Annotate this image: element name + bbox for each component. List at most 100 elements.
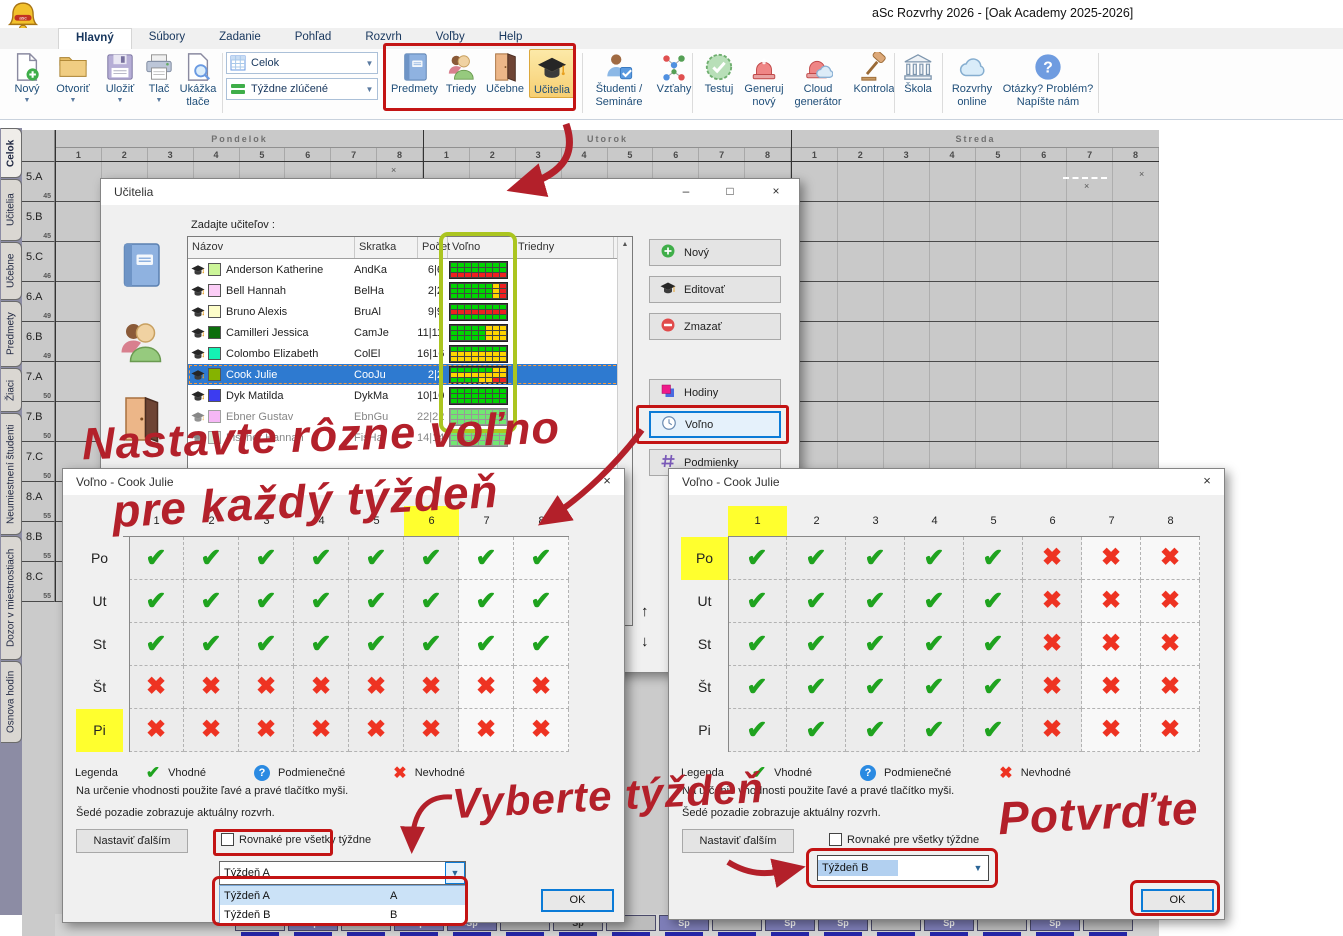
period-header-2[interactable]: 2 [184,506,239,536]
ribbon-button-ulo-i-[interactable]: Uložiť▼ [100,51,140,104]
timetable-cell[interactable] [884,282,930,321]
availability-cell[interactable]: ✔ [728,580,787,623]
availability-cell[interactable]: ✖ [1082,580,1141,623]
set-next-button[interactable]: Nastaviť ďalším [682,829,794,853]
timetable-cell[interactable] [1113,282,1159,321]
availability-cell[interactable]: ✖ [1082,666,1141,709]
availability-cell[interactable]: ✖ [1023,623,1082,666]
availability-cell[interactable]: ✔ [787,666,846,709]
availability-cell[interactable]: ✔ [184,537,239,580]
availability-cell[interactable]: ✔ [905,580,964,623]
availability-cell[interactable]: ✖ [514,666,569,709]
ribbon-button--tudenti-semin-re[interactable]: Študenti / Semináre [588,51,650,108]
period-header-2[interactable]: 2 [787,506,846,536]
timetable-cell[interactable] [1021,162,1067,201]
availability-cell[interactable]: ✖ [239,666,294,709]
period-header-1[interactable]: 1 [728,506,787,536]
period-header-5[interactable]: 5 [964,506,1023,536]
period-header-7[interactable]: 7 [1082,506,1141,536]
availability-cell[interactable]: ✖ [239,709,294,752]
availability-cell[interactable]: ✔ [349,537,404,580]
availability-cell[interactable]: ✔ [787,709,846,752]
timetable-cell[interactable] [1021,402,1067,441]
timetable-cell[interactable] [1067,202,1113,241]
view-combo-weeks[interactable]: Týždne zlúčené▼ [226,78,378,100]
hodiny-button[interactable]: Hodiny [649,379,781,406]
set-next-button[interactable]: Nastaviť ďalším [76,829,188,853]
availability-cell[interactable]: ✔ [787,537,846,580]
period-header-6[interactable]: 6 [404,506,459,536]
column-header-názov[interactable]: Názov [188,237,355,258]
availability-cell[interactable]: ✔ [964,623,1023,666]
sidebar-tab-dozor-v-miestnostiach[interactable]: Dozor v miestnostiach [1,536,22,660]
lesson-card-partial[interactable] [294,932,332,936]
sidebar-tab-predmety[interactable]: Predmety [1,301,22,367]
menu-tab-súbory[interactable]: Súbory [132,28,202,49]
timetable-cell[interactable] [930,282,976,321]
availability-cell[interactable]: ✔ [728,537,787,580]
period-header-1[interactable]: 1 [129,506,184,536]
availability-cell[interactable]: ✔ [349,623,404,666]
availability-cell[interactable]: ✔ [964,666,1023,709]
period-header-6[interactable]: 6 [1023,506,1082,536]
ribbon-button-testuj[interactable]: Testuj [698,51,740,96]
lesson-card-partial[interactable] [400,932,438,936]
availability-cell[interactable]: ✔ [294,537,349,580]
zmaza--button[interactable]: Zmazať [649,313,781,340]
timetable-cell[interactable] [838,322,884,361]
availability-cell[interactable]: ✔ [129,580,184,623]
timetable-cell[interactable] [1067,282,1113,321]
availability-cell[interactable]: ✖ [184,666,239,709]
availability-cell[interactable]: ✖ [1082,709,1141,752]
column-header-skratka[interactable]: Skratka [355,237,418,258]
ribbon-button-cloud-gener-tor[interactable]: Cloud generátor [790,51,846,108]
availability-cell[interactable]: ✔ [905,709,964,752]
timetable-cell[interactable] [884,202,930,241]
timetable-cell[interactable] [930,402,976,441]
minimize-icon[interactable]: – [671,184,701,198]
teacher-row[interactable]: Cook JulieCooJu2|2 [188,364,632,385]
lesson-card-partial[interactable] [1036,932,1074,936]
availability-cell[interactable]: ✖ [184,709,239,752]
availability-cell[interactable]: ✔ [349,580,404,623]
ribbon-button-tla-[interactable]: Tlač▼ [142,51,176,104]
period-header-8[interactable]: 8 [514,506,569,536]
lesson-card-partial[interactable] [930,932,968,936]
period-header-8[interactable]: 8 [1141,506,1200,536]
availability-cell[interactable]: ✔ [846,580,905,623]
lesson-card-partial[interactable] [453,932,491,936]
availability-cell[interactable]: ✖ [1023,666,1082,709]
lesson-card-partial[interactable] [665,932,703,936]
ribbon-button-nov-[interactable]: Nový▼ [8,51,46,104]
lesson-card-partial[interactable] [241,932,279,936]
timetable-cell[interactable] [838,162,884,201]
timetable-cell[interactable] [1113,362,1159,401]
availability-cell[interactable]: ✖ [1141,709,1200,752]
ribbon-button-uk-ka-tla-e[interactable]: Ukážka tlače [176,51,220,108]
timetable-cell[interactable] [884,242,930,281]
nov--button[interactable]: Nový [649,239,781,266]
availability-cell[interactable]: ✔ [239,537,294,580]
sidebar-tab-osnova-hod-n[interactable]: Osnova hodín [1,661,22,743]
availability-cell[interactable]: ✔ [728,709,787,752]
timetable-cell[interactable] [56,322,102,361]
timetable-cell[interactable] [884,322,930,361]
close-icon[interactable]: × [592,473,622,488]
timetable-cell[interactable] [930,162,976,201]
lesson-card-partial[interactable] [506,932,544,936]
lesson-card-partial[interactable] [877,932,915,936]
lesson-card-partial[interactable] [771,932,809,936]
timetable-cell[interactable] [884,402,930,441]
availability-cell[interactable]: ✔ [514,623,569,666]
availability-cell[interactable]: ✖ [349,666,404,709]
availability-cell[interactable]: ✔ [787,623,846,666]
availability-cell[interactable]: ✖ [129,666,184,709]
availability-cell[interactable]: ✔ [964,580,1023,623]
timetable-cell[interactable] [838,402,884,441]
move-up-icon[interactable]: ↑ [641,603,649,620]
period-header-3[interactable]: 3 [239,506,294,536]
timetable-cell[interactable] [56,202,102,241]
availability-cell[interactable]: ✔ [905,623,964,666]
timetable-cell[interactable] [930,362,976,401]
teacher-row[interactable]: Fischer HannahFisHa14|14 [188,427,632,448]
